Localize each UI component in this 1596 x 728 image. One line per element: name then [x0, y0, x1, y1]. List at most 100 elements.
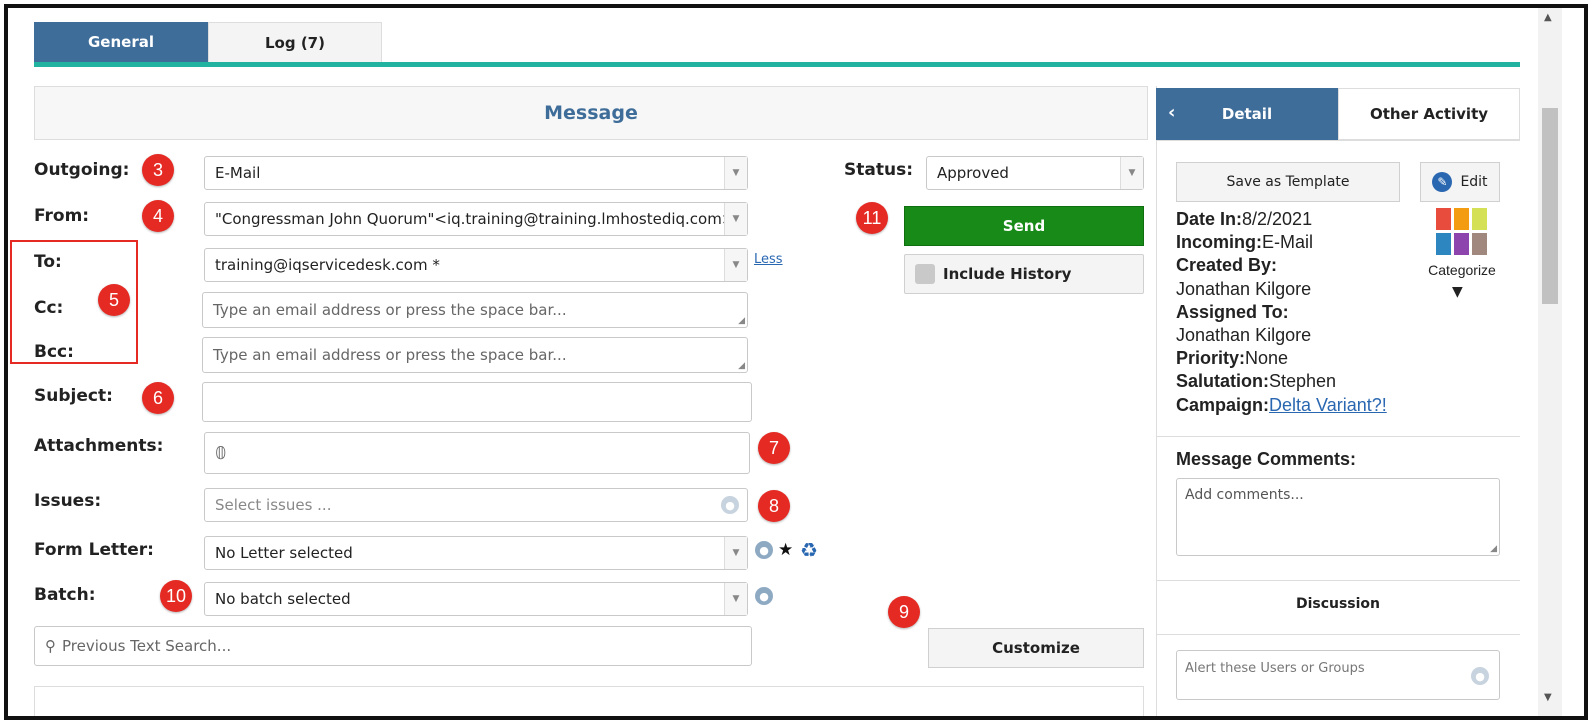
- star-icon[interactable]: ★: [778, 540, 793, 560]
- outgoing-select[interactable]: E-Mail ▼: [204, 156, 748, 190]
- search-icon[interactable]: ●: [755, 541, 773, 559]
- incoming-row: Incoming:E-Mail: [1176, 231, 1313, 254]
- batch-label: Batch:: [34, 585, 96, 605]
- callout-badge-8: 8: [758, 490, 790, 522]
- scrollbar-thumb[interactable]: [1542, 108, 1558, 304]
- search-icon[interactable]: ●: [721, 496, 739, 514]
- callout-badge-10: 10: [160, 580, 192, 612]
- chevron-down-icon: ▼: [724, 203, 747, 235]
- priority-label: Priority:: [1176, 348, 1246, 368]
- from-label: From:: [34, 206, 90, 226]
- include-history-label: Include History: [943, 265, 1072, 283]
- alert-placeholder: Alert these Users or Groups: [1185, 661, 1365, 676]
- attachments-field[interactable]: 𝟘: [204, 432, 750, 474]
- divider: [1156, 436, 1520, 437]
- campaign-link[interactable]: Delta Variant?!: [1269, 395, 1387, 415]
- outgoing-label: Outgoing:: [34, 160, 130, 180]
- priority-row: Priority:None: [1176, 347, 1288, 370]
- cc-label: Cc:: [34, 298, 64, 318]
- paperclip-icon[interactable]: 𝟘: [215, 443, 226, 464]
- comments-title: Message Comments:: [1176, 449, 1357, 469]
- campaign-label: Campaign:: [1176, 395, 1270, 415]
- bcc-placeholder: Type an email address or press the space…: [213, 346, 567, 364]
- date-in-label: Date In:: [1176, 209, 1243, 229]
- form-letter-select[interactable]: No Letter selected ▼: [204, 536, 748, 570]
- status-value: Approved: [937, 164, 1009, 182]
- pencil-icon: ✎: [1432, 172, 1453, 192]
- customize-button[interactable]: Customize: [928, 628, 1144, 668]
- salutation-value: Stephen: [1269, 371, 1337, 391]
- edit-button[interactable]: ✎ Edit: [1420, 162, 1500, 202]
- text-search-placeholder: Previous Text Search...: [62, 637, 232, 655]
- alert-users-input[interactable]: Alert these Users or Groups ●: [1176, 650, 1500, 700]
- include-history-toggle[interactable]: Include History: [904, 254, 1144, 294]
- issues-input[interactable]: Select issues ... ●: [204, 488, 748, 522]
- date-in-value: 8/2/2021: [1242, 209, 1313, 229]
- from-value: "Congressman John Quorum"<iq.training@tr…: [215, 210, 735, 228]
- form-letter-value: No Letter selected: [215, 544, 353, 562]
- resize-handle-icon[interactable]: ◢: [738, 316, 745, 326]
- text-search-input[interactable]: ⚲ Previous Text Search...: [34, 626, 752, 666]
- discussion-title: Discussion: [1295, 596, 1381, 612]
- tab-other-activity[interactable]: Other Activity: [1338, 88, 1520, 140]
- categorize-icon[interactable]: [1436, 208, 1487, 256]
- to-select[interactable]: training@iqservicedesk.com * ▼: [204, 248, 748, 282]
- created-by-value: Jonathan Kilgore: [1176, 279, 1312, 299]
- callout-badge-9: 9: [888, 596, 920, 628]
- bcc-input[interactable]: Type an email address or press the space…: [202, 337, 748, 373]
- incoming-value: E-Mail: [1262, 232, 1314, 252]
- tab-detail-label: Detail: [1221, 105, 1273, 123]
- subject-input[interactable]: [202, 382, 752, 422]
- callout-badge-11: 11: [856, 202, 888, 234]
- comments-textarea[interactable]: Add comments... ◢: [1176, 478, 1500, 556]
- created-by-label: Created By:: [1176, 255, 1278, 275]
- to-label: To:: [34, 252, 62, 272]
- callout-badge-7: 7: [758, 432, 790, 464]
- batch-value: No batch selected: [215, 590, 351, 608]
- salutation-label: Salutation:: [1176, 371, 1269, 391]
- app-window: General Log (7) Message Outgoing: 3 E-Ma…: [4, 4, 1588, 720]
- issues-placeholder: Select issues ...: [215, 496, 332, 514]
- tab-underline: [34, 62, 1520, 67]
- tab-log[interactable]: Log (7): [208, 22, 382, 62]
- issues-label: Issues:: [34, 491, 102, 511]
- chevron-left-icon[interactable]: ‹: [1168, 102, 1175, 123]
- scroll-down-icon[interactable]: ▼: [1544, 692, 1552, 703]
- search-icon[interactable]: ●: [755, 587, 773, 605]
- status-label: Status:: [844, 160, 913, 180]
- batch-select[interactable]: No batch selected ▼: [204, 582, 748, 616]
- less-link[interactable]: Less: [754, 252, 783, 267]
- callout-badge-5: 5: [98, 284, 130, 316]
- recycle-icon[interactable]: ♻: [800, 538, 818, 562]
- caret-down-icon[interactable]: ▼: [1452, 284, 1463, 300]
- save-as-template-button[interactable]: Save as Template: [1176, 162, 1400, 202]
- divider: [1156, 634, 1520, 635]
- cc-input[interactable]: Type an email address or press the space…: [202, 292, 748, 328]
- form-letter-label: Form Letter:: [34, 540, 154, 560]
- tab-general[interactable]: General: [34, 22, 208, 62]
- callout-badge-6: 6: [142, 382, 174, 414]
- message-header: Message: [34, 86, 1148, 140]
- to-value: training@iqservicedesk.com *: [215, 256, 440, 274]
- search-icon[interactable]: ●: [1471, 667, 1489, 685]
- salutation-row: Salutation:Stephen: [1176, 370, 1336, 393]
- callout-badge-3: 3: [142, 154, 174, 186]
- bcc-label: Bcc:: [34, 342, 74, 362]
- date-in-row: Date In:8/2/2021: [1176, 208, 1312, 231]
- tab-detail[interactable]: ‹ Detail: [1156, 88, 1338, 140]
- status-select[interactable]: Approved ▼: [926, 156, 1144, 190]
- assigned-to-value: Jonathan Kilgore: [1176, 325, 1312, 345]
- checkbox-icon[interactable]: [915, 264, 935, 284]
- scroll-up-icon[interactable]: ▲: [1544, 12, 1552, 23]
- chevron-down-icon: ▼: [724, 583, 747, 615]
- send-button[interactable]: Send: [904, 206, 1144, 246]
- callout-badge-4: 4: [142, 200, 174, 232]
- resize-handle-icon[interactable]: ◢: [1490, 544, 1497, 554]
- categorize-label[interactable]: Categorize: [1422, 262, 1502, 278]
- attachments-label: Attachments:: [34, 436, 164, 456]
- subject-label: Subject:: [34, 386, 113, 406]
- magnifier-icon: ⚲: [45, 637, 56, 655]
- from-select[interactable]: "Congressman John Quorum"<iq.training@tr…: [204, 202, 748, 236]
- resize-handle-icon[interactable]: ◢: [738, 361, 745, 371]
- campaign-row: Campaign:Delta Variant?!: [1176, 394, 1387, 417]
